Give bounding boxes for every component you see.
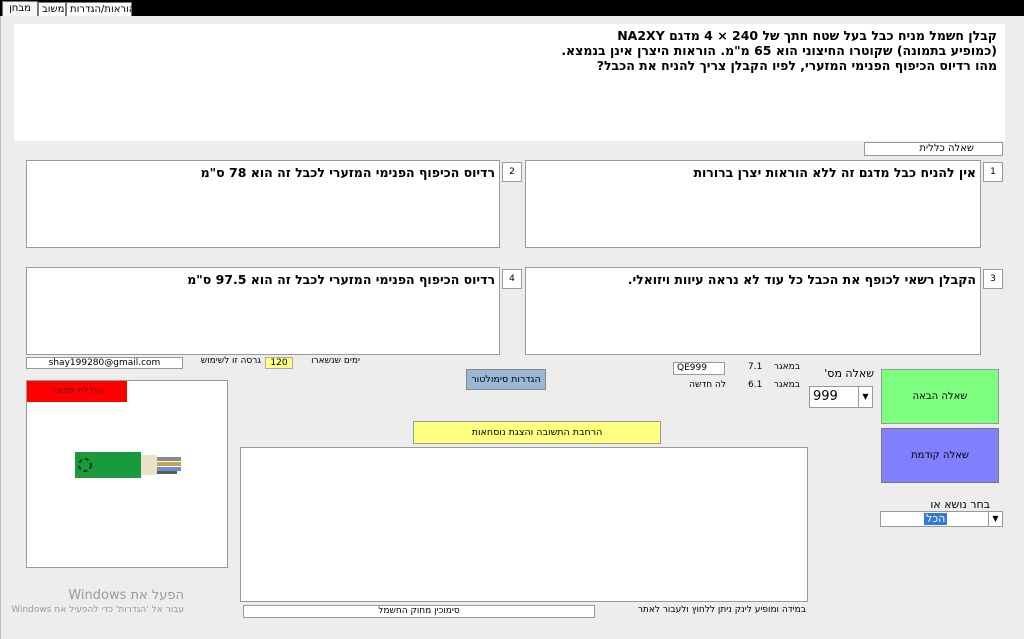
tab-feedback[interactable]: משוב	[38, 2, 66, 17]
cable-insulation	[141, 455, 157, 475]
tab-bar	[0, 0, 1024, 16]
question-number-select[interactable]: 999 ▼	[809, 386, 873, 408]
topic-select[interactable]: הכל ▼	[880, 511, 1003, 527]
version-label: גרסה זו לשימוש	[200, 356, 261, 366]
chevron-down-icon[interactable]: ▼	[858, 387, 872, 407]
explanation-box	[240, 447, 808, 602]
question-line-2: (כמופיע בתמונה) שקוטרו החיצוני הוא 65 מ"…	[561, 43, 997, 58]
new-label: לה חדשה	[689, 380, 726, 390]
answer-2[interactable]: רדיוס הכיפוף הפנימי המזערי לכבל זה הוא 7…	[26, 160, 500, 248]
license-email: shay199280@gmail.com	[26, 357, 183, 369]
simulator-settings-button[interactable]: הגדרות סימולטור	[466, 369, 546, 390]
question-code: QE999	[673, 362, 725, 375]
new-pool-label: במאגר	[773, 380, 800, 390]
answer-4[interactable]: רדיוס הכיפוף הפנימי המזערי לכבל זה הוא 9…	[26, 267, 500, 355]
days-left-value: 120	[265, 357, 293, 369]
previous-question-button[interactable]: שאלה קודמת	[881, 428, 999, 483]
tab-exam[interactable]: מבחן	[2, 1, 38, 17]
new-value: 6.1	[748, 380, 763, 390]
in-pool-value: 7.1	[748, 362, 763, 372]
activation-watermark-title: הפעל את Windows	[68, 588, 184, 603]
cable-core-3	[157, 467, 181, 471]
question-number-value: 999	[813, 389, 838, 404]
answer-3-button[interactable]: 3	[983, 269, 1003, 289]
answer-2-text: רדיוס הכיפוף הפנימי המזערי לכבל זה הוא 7…	[200, 165, 495, 180]
electrical-law-reference[interactable]: סימוכין מחוק החשמל	[243, 605, 595, 618]
question-number-label: שאלה מס'	[824, 367, 874, 380]
topic-label: בחר נושא או	[930, 498, 990, 511]
cable-image	[75, 452, 181, 478]
question-line-3: מהו רדיוס הכיפוף הפנימי המזערי, לפיו הקב…	[596, 58, 997, 73]
days-left-label: ימים שנשארו	[311, 356, 360, 366]
next-question-button[interactable]: שאלה הבאה	[881, 369, 999, 424]
answer-4-text: רדיוס הכיפוף הפנימי המזערי לכבל זה הוא 9…	[187, 272, 495, 287]
cable-core-4	[157, 471, 177, 474]
cable-core-2	[157, 462, 181, 466]
answer-3[interactable]: הקבלן רשאי לכופף את הכבל כל עוד לא נראה …	[525, 267, 981, 355]
activation-watermark-subtitle: עבור אל 'הגדרות' כדי להפעיל את Windows	[11, 605, 184, 615]
tab-instructions[interactable]: הוראות/הגדרות	[66, 2, 135, 17]
answer-3-text: הקבלן רשאי לכופף את הכבל כל עוד לא נראה …	[627, 272, 976, 287]
topic-value: הכל	[924, 512, 948, 525]
link-hint: במידה ומופיע לינק ניתן ללחוץ ולעבור לאתר	[637, 605, 806, 615]
cable-core-1	[157, 457, 181, 461]
question-line-1: קבלן חשמל מניח כבל בעל שטח חתך של 240 × …	[617, 28, 997, 43]
question-category: שאלה כללית	[864, 142, 1003, 156]
cable-image-panel	[26, 380, 228, 568]
answer-2-button[interactable]: 2	[502, 162, 522, 182]
cable-jacket	[75, 452, 141, 478]
chevron-down-icon[interactable]: ▼	[988, 512, 1002, 526]
answer-1-button[interactable]: 1	[983, 162, 1003, 182]
in-pool-label: במאגר	[773, 362, 800, 372]
answer-1-text: אין להניח כבל מדגם זה ללא הוראות יצרן בר…	[693, 165, 976, 180]
answer-1[interactable]: אין להניח כבל מדגם זה ללא הוראות יצרן בר…	[525, 160, 981, 248]
expand-answer-button[interactable]: הרחבת התשובה והצגת נוסחאות	[413, 421, 661, 444]
question-text: קבלן חשמל מניח כבל בעל שטח חתך של 240 × …	[14, 24, 1005, 141]
enlarge-image-button[interactable]: הגדלת תמונה	[27, 381, 127, 402]
answer-4-button[interactable]: 4	[502, 269, 522, 289]
